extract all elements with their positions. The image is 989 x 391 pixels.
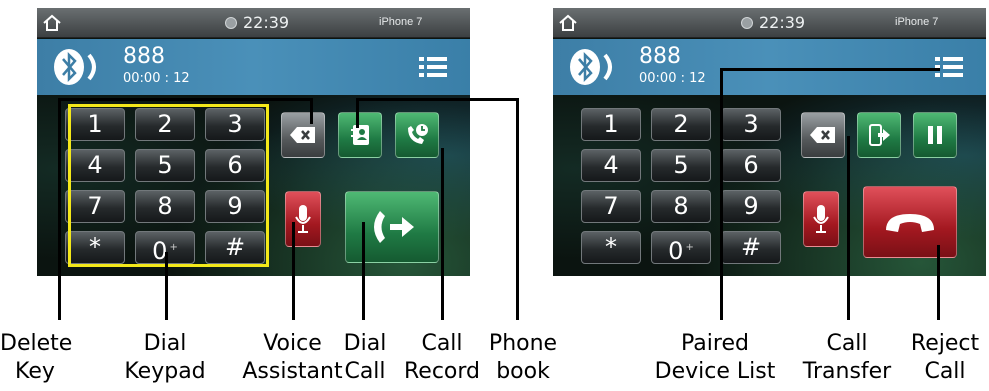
home-icon[interactable] xyxy=(41,13,63,33)
microphone-icon xyxy=(295,205,311,233)
label-paired-device-list: Paired Device List xyxy=(654,331,776,384)
call-duration: 00:00 : 12 xyxy=(639,71,706,86)
call-arrow-icon xyxy=(374,211,414,243)
key-7[interactable]: 7 xyxy=(581,190,641,223)
clock-icon xyxy=(741,17,753,29)
key-star[interactable]: * xyxy=(581,231,641,264)
backspace-icon xyxy=(290,127,315,143)
voice-assistant-button[interactable] xyxy=(285,191,321,247)
phonebook-button[interactable] xyxy=(338,112,382,158)
key-3[interactable]: 3 xyxy=(721,108,781,141)
label-dial-keypad: Dial Keypad xyxy=(124,331,206,384)
clock: 22:39 xyxy=(243,13,290,32)
call-record-button[interactable] xyxy=(395,112,439,158)
bluetooth-icon xyxy=(54,49,96,85)
clock: 22:39 xyxy=(759,13,806,32)
dial-keypad: 1 2 3 4 5 6 7 8 9 * 0 + # xyxy=(581,108,787,266)
key-9[interactable]: 9 xyxy=(721,190,781,223)
delete-button[interactable] xyxy=(281,112,325,158)
call-duration: 00:00 : 12 xyxy=(123,71,190,86)
clock-icon xyxy=(225,17,237,29)
right-phone-screen: 22:39 iPhone 7 888 00:00 : 12 1 2 3 4 5 … xyxy=(553,8,986,276)
pause-icon xyxy=(928,126,942,144)
connected-device-name: iPhone 7 xyxy=(895,16,939,28)
label-dial-call: Dial Call xyxy=(343,331,387,384)
key-hash[interactable]: # xyxy=(721,231,781,264)
keypad-highlight xyxy=(68,104,269,267)
connected-device-name: iPhone 7 xyxy=(379,16,423,28)
key-2[interactable]: 2 xyxy=(651,108,711,141)
call-info-bar: 888 00:00 : 12 xyxy=(553,39,986,95)
key-6[interactable]: 6 xyxy=(721,149,781,182)
key-1[interactable]: 1 xyxy=(581,108,641,141)
bluetooth-icon xyxy=(570,49,612,85)
key-8[interactable]: 8 xyxy=(651,190,711,223)
hang-up-icon xyxy=(886,214,934,232)
label-call-record: Call Record xyxy=(403,331,480,384)
delete-button[interactable] xyxy=(801,112,845,158)
status-bar: 22:39 iPhone 7 xyxy=(553,8,986,38)
backspace-icon xyxy=(810,127,835,143)
device-list-icon[interactable] xyxy=(933,55,965,79)
call-info-bar: 888 00:00 : 12 xyxy=(37,39,470,95)
key-0[interactable]: 0 + xyxy=(651,231,711,265)
device-list-icon[interactable] xyxy=(417,55,449,79)
voice-assistant-button[interactable] xyxy=(803,191,839,247)
label-phone-book: Phone book xyxy=(488,331,558,384)
call-history-icon xyxy=(408,124,428,144)
reject-call-button[interactable] xyxy=(863,186,957,258)
pause-button[interactable] xyxy=(913,112,957,158)
status-bar: 22:39 iPhone 7 xyxy=(37,8,470,38)
label-delete-key: Delete Key xyxy=(0,331,73,384)
call-transfer-icon xyxy=(869,124,890,146)
call-transfer-button[interactable] xyxy=(857,112,901,158)
key-4[interactable]: 4 xyxy=(581,149,641,182)
contacts-book-icon xyxy=(351,125,369,145)
microphone-icon xyxy=(813,205,829,233)
key-5[interactable]: 5 xyxy=(651,149,711,182)
dial-call-button[interactable] xyxy=(345,191,439,263)
label-call-transfer: Call Transfer xyxy=(802,331,892,384)
label-reject-call: Reject Call xyxy=(910,331,980,384)
home-icon[interactable] xyxy=(557,13,579,33)
dialed-number: 888 xyxy=(123,44,165,69)
dialed-number: 888 xyxy=(639,44,681,69)
